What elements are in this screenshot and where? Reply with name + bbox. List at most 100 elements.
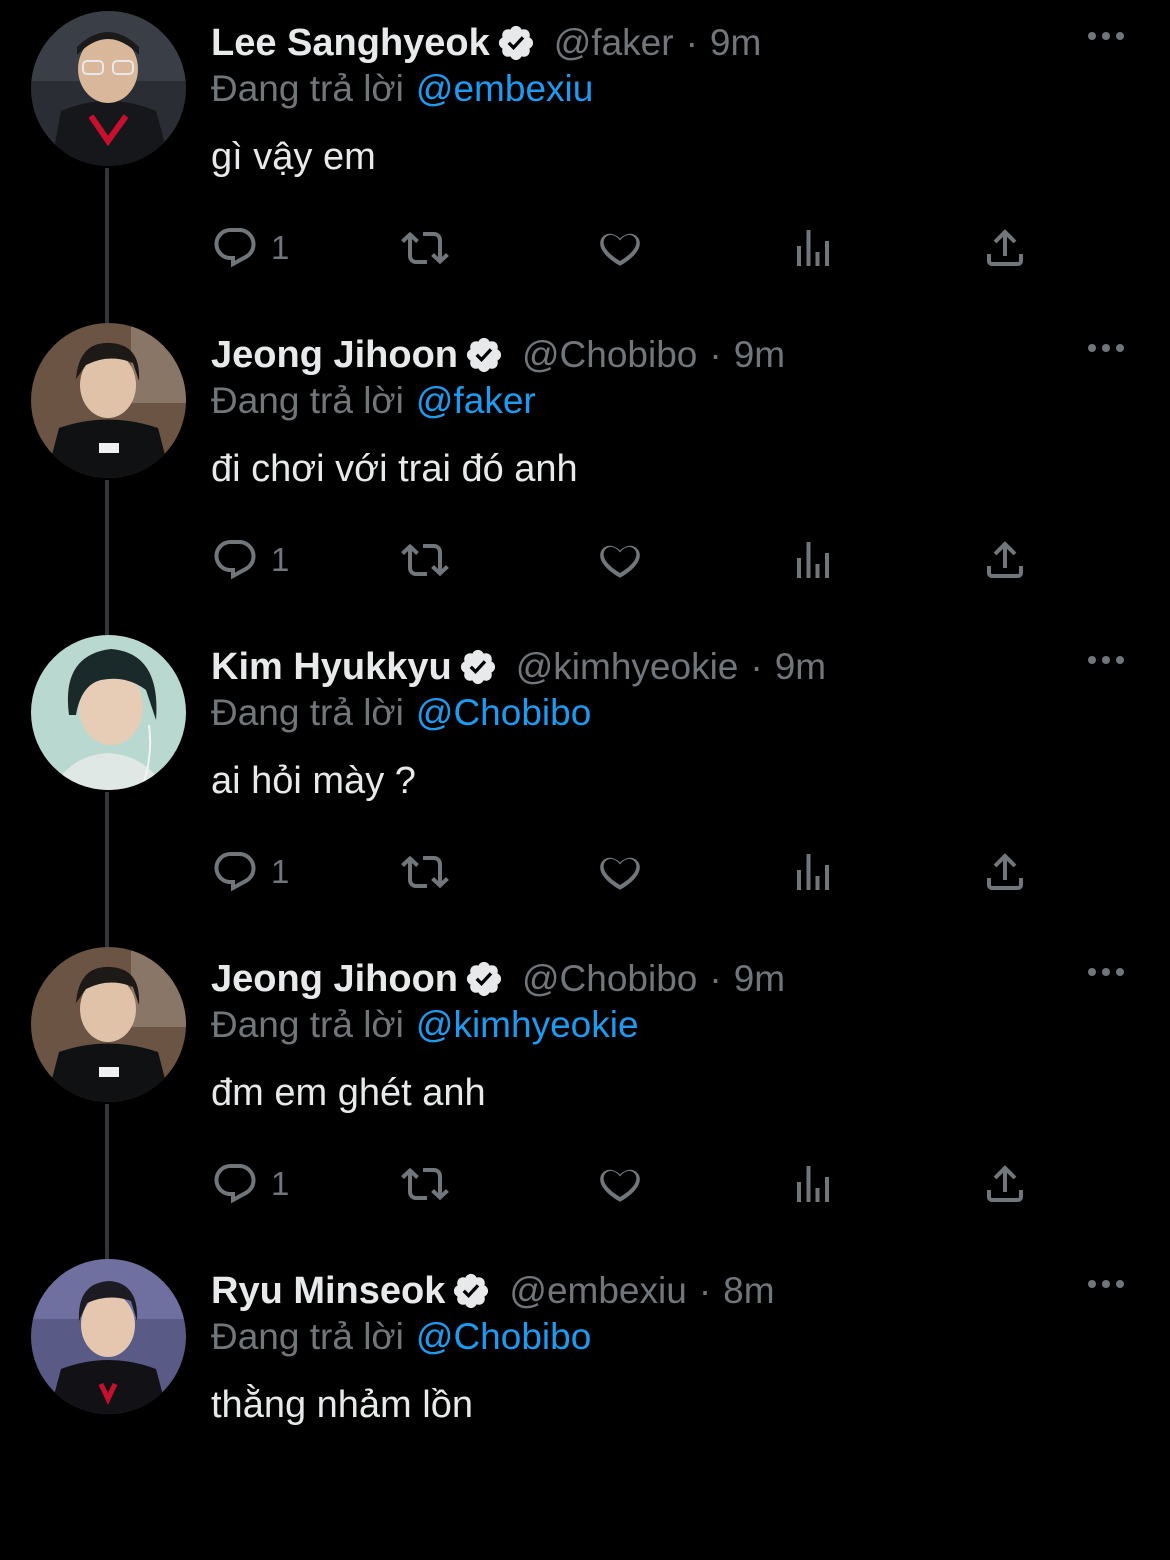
more-options-icon[interactable] (1086, 26, 1126, 46)
timestamp[interactable]: 9m (734, 334, 785, 376)
user-handle[interactable]: @kimhyeokie (516, 646, 739, 688)
heart-icon (600, 1169, 640, 1202)
retweet-icon (401, 1167, 449, 1201)
separator: · (698, 1270, 712, 1311)
share-button[interactable] (981, 1158, 1029, 1210)
user-handle[interactable]: @Chobibo (522, 958, 697, 1000)
tweet-text: đi chơi với trai đó anh (211, 448, 578, 490)
verified-badge-icon (464, 959, 504, 999)
tweet-actions: 1 (211, 222, 1041, 274)
replying-to-label: Đang trả lời (211, 68, 404, 109)
views-chart-icon (797, 542, 829, 578)
retweet-button[interactable] (401, 534, 449, 586)
more-options-icon[interactable] (1086, 338, 1126, 358)
replying-to-handle[interactable]: @faker (416, 380, 536, 421)
timestamp[interactable]: 9m (734, 958, 785, 1000)
share-icon (987, 541, 1023, 578)
more-options-icon[interactable] (1086, 1274, 1126, 1294)
avatar-image (31, 11, 186, 166)
separator: · (709, 334, 722, 375)
replying-to-handle[interactable]: @Chobibo (416, 692, 591, 733)
like-button[interactable] (596, 1158, 644, 1210)
retweet-button[interactable] (401, 222, 449, 274)
replying-to-handle[interactable]: @kimhyeokie (416, 1004, 639, 1045)
replying-to-handle[interactable]: @Chobibo (416, 1316, 591, 1357)
avatar[interactable] (31, 635, 186, 790)
reply-icon (214, 852, 256, 892)
heart-icon (600, 857, 640, 890)
tweet-actions: 1 (211, 1158, 1041, 1210)
avatar[interactable] (31, 11, 186, 166)
timestamp[interactable]: 9m (710, 22, 761, 64)
display-name[interactable]: Lee Sanghyeok (211, 22, 490, 65)
share-button[interactable] (981, 846, 1029, 898)
views-button[interactable] (789, 534, 837, 586)
tweet[interactable]: Kim Hyukkyu @kimhyeokie · 9m Đang trả lờ… (0, 624, 1170, 936)
like-button[interactable] (596, 846, 644, 898)
views-button[interactable] (789, 1158, 837, 1210)
display-name[interactable]: Kim Hyukkyu (211, 646, 452, 689)
avatar[interactable] (31, 323, 186, 478)
retweet-icon (401, 543, 449, 577)
reply-button[interactable]: 1 (211, 1158, 289, 1210)
share-button[interactable] (981, 534, 1029, 586)
avatar[interactable] (31, 947, 186, 1102)
verified-badge-icon (458, 647, 498, 687)
reply-button[interactable]: 1 (211, 846, 289, 898)
tweet-text: đm em ghét anh (211, 1072, 486, 1114)
views-button[interactable] (789, 846, 837, 898)
share-icon (987, 229, 1023, 266)
tweet-header: Ryu Minseok @embexiu · 8m (211, 1266, 775, 1316)
timestamp[interactable]: 9m (775, 646, 826, 688)
retweet-icon (401, 855, 449, 889)
timestamp[interactable]: 8m (723, 1270, 774, 1312)
replying-to-label: Đang trả lời (211, 692, 404, 733)
replying-to-label: Đang trả lời (211, 1316, 404, 1357)
tweet[interactable]: Ryu Minseok @embexiu · 8m Đang trả lời @C… (0, 1248, 1170, 1560)
share-button[interactable] (981, 222, 1029, 274)
avatar-image (31, 947, 186, 1102)
tweet-header: Jeong Jihoon @Chobibo · 9m (211, 330, 785, 380)
user-handle[interactable]: @embexiu (509, 1270, 686, 1312)
retweet-button[interactable] (401, 1158, 449, 1210)
reply-icon (214, 540, 256, 580)
reply-icon (214, 1164, 256, 1204)
retweet-button[interactable] (401, 846, 449, 898)
tweet[interactable]: Jeong Jihoon @Chobibo · 9m Đang trả lời @… (0, 312, 1170, 624)
avatar[interactable] (31, 1259, 186, 1414)
user-handle[interactable]: @Chobibo (522, 334, 697, 376)
replying-to: Đang trả lời @kimhyeokie (211, 1004, 639, 1046)
replying-to-label: Đang trả lời (211, 1004, 404, 1045)
replying-to: Đang trả lời @Chobibo (211, 692, 591, 734)
views-button[interactable] (789, 222, 837, 274)
verified-badge-icon (464, 335, 504, 375)
reply-icon (214, 228, 256, 268)
tweet-actions: 1 (211, 846, 1041, 898)
tweet[interactable]: Jeong Jihoon @Chobibo · 9m Đang trả lời @… (0, 936, 1170, 1248)
display-name[interactable]: Ryu Minseok (211, 1270, 445, 1313)
tweet[interactable]: Lee Sanghyeok @faker · 9m Đang trả lời @e… (0, 0, 1170, 312)
like-button[interactable] (596, 534, 644, 586)
display-name[interactable]: Jeong Jihoon (211, 958, 458, 1001)
replying-to-label: Đang trả lời (211, 380, 404, 421)
user-handle[interactable]: @faker (554, 22, 674, 64)
replying-to: Đang trả lời @faker (211, 380, 536, 422)
reply-count: 1 (271, 229, 290, 266)
display-name[interactable]: Jeong Jihoon (211, 334, 458, 377)
reply-thread: Lee Sanghyeok @faker · 9m Đang trả lời @e… (0, 0, 1170, 1455)
more-options-icon[interactable] (1086, 650, 1126, 670)
more-options-icon[interactable] (1086, 962, 1126, 982)
reply-count: 1 (271, 853, 290, 890)
reply-button[interactable]: 1 (211, 534, 289, 586)
share-icon (987, 853, 1023, 890)
tweet-text: thằng nhảm lồn (211, 1384, 473, 1426)
verified-badge-icon (496, 23, 536, 63)
like-button[interactable] (596, 222, 644, 274)
replying-to: Đang trả lời @embexiu (211, 68, 593, 110)
reply-button[interactable]: 1 (211, 222, 289, 274)
reply-count: 1 (271, 1165, 290, 1202)
avatar-image (31, 323, 186, 478)
replying-to-handle[interactable]: @embexiu (416, 68, 593, 109)
separator: · (685, 22, 698, 63)
retweet-icon (401, 231, 449, 265)
